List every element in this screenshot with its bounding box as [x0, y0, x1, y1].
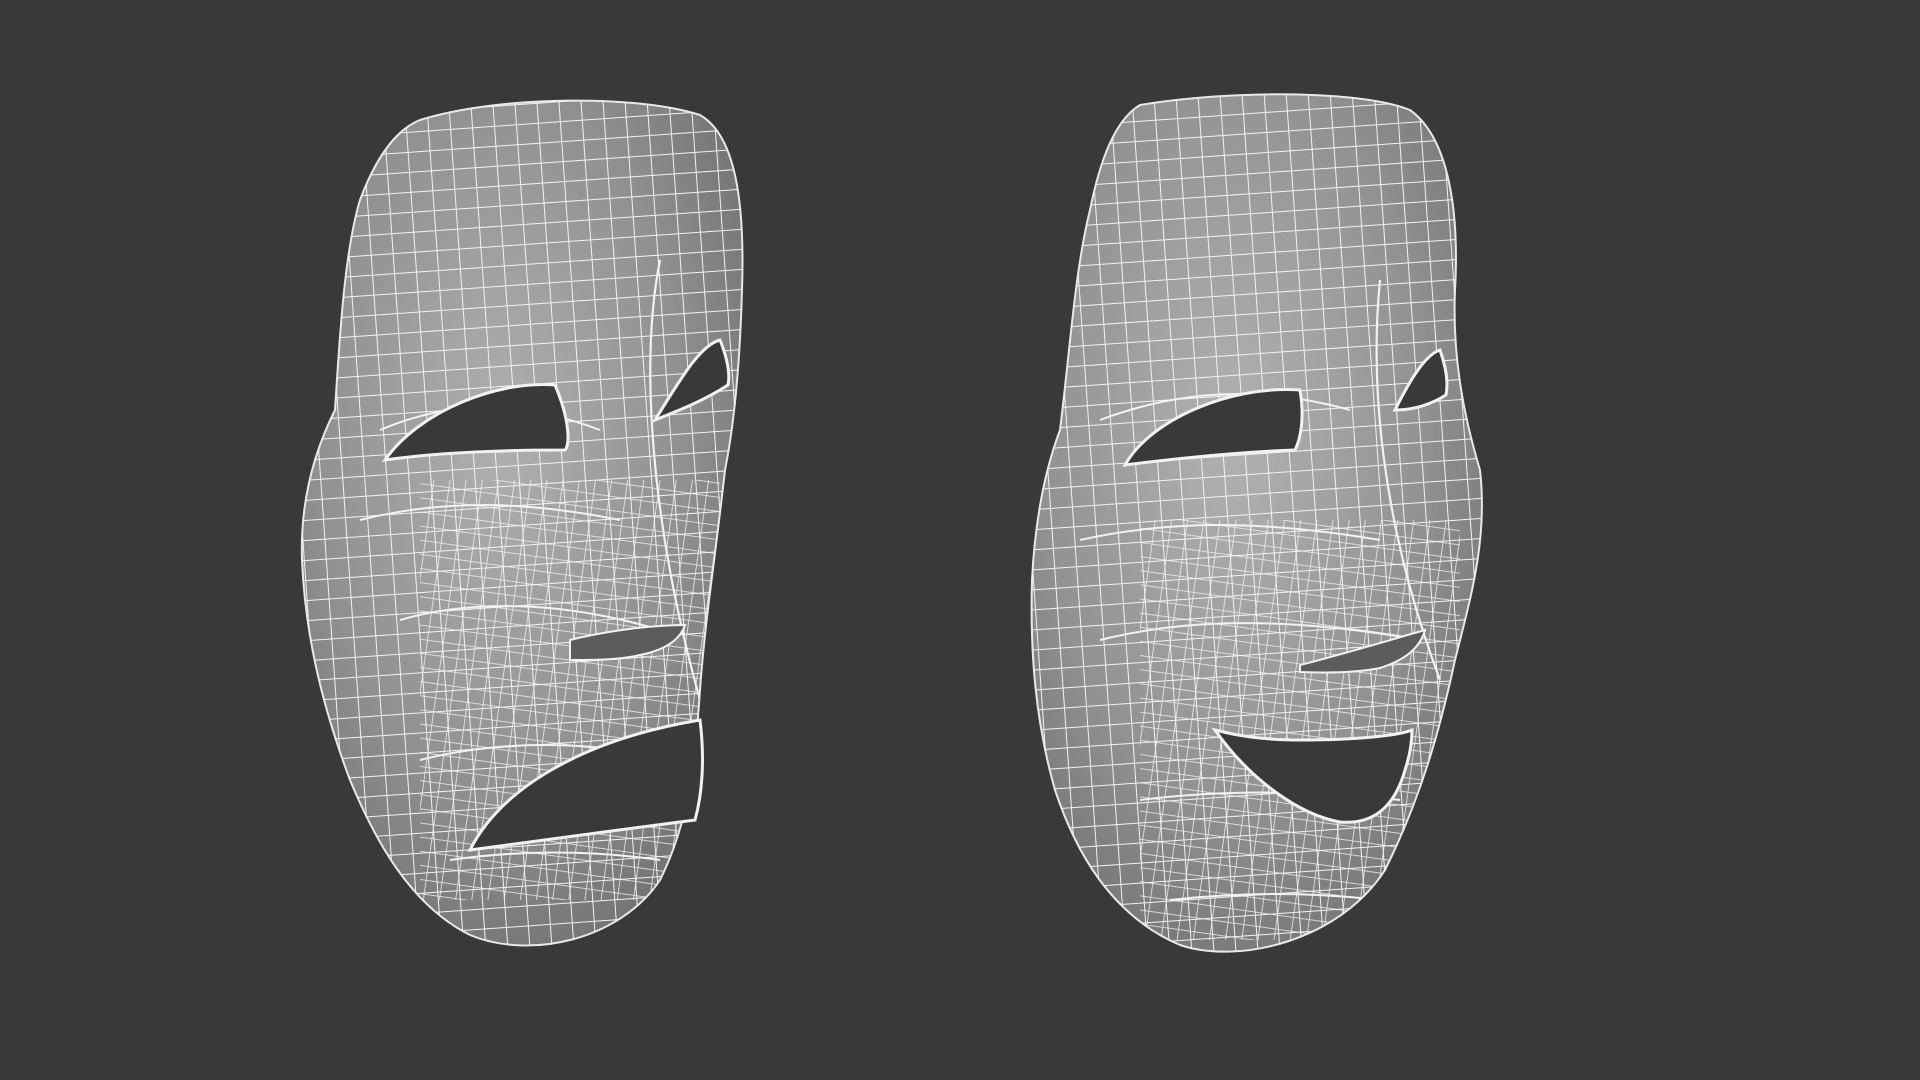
- comedy-mask-wireframe: [1031, 94, 1482, 952]
- scene-canvas: [280, 80, 1510, 980]
- 3d-viewport[interactable]: [0, 0, 1920, 1080]
- tragedy-mask[interactable]: [280, 80, 780, 980]
- comedy-mask[interactable]: [1010, 80, 1510, 980]
